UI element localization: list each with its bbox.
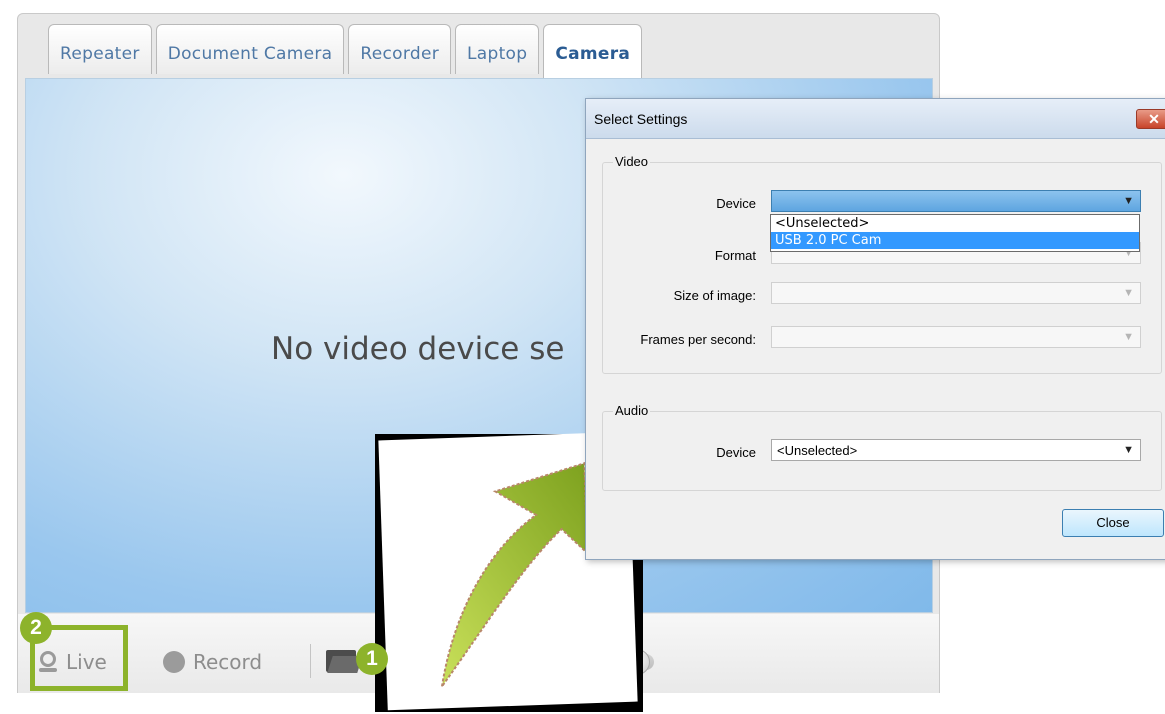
open-folder-button[interactable]: [326, 648, 363, 674]
tab-document-camera[interactable]: Document Camera: [155, 24, 345, 74]
video-device-dropdown[interactable]: ▼: [771, 190, 1141, 212]
tab-camera[interactable]: Camera: [543, 24, 643, 80]
folder-icon: [326, 648, 363, 674]
chevron-down-icon: ▼: [1123, 331, 1134, 343]
size-of-image-label: Size of image:: [673, 288, 756, 303]
toolbar-divider: [310, 644, 311, 678]
tab-bar: Repeater Document Camera Recorder Laptop…: [48, 24, 643, 80]
audio-group-label: Audio: [613, 403, 651, 418]
record-button[interactable]: Record: [163, 650, 262, 674]
audio-device-label: Device: [716, 445, 756, 460]
video-group-label: Video: [613, 154, 651, 169]
record-icon: [163, 651, 185, 673]
device-option-unselected[interactable]: <Unselected>: [771, 215, 1139, 232]
chevron-down-icon: ▼: [1123, 287, 1134, 299]
frames-per-second-label: Frames per second:: [640, 332, 756, 347]
tab-recorder[interactable]: Recorder: [348, 24, 451, 74]
dialog-close-icon[interactable]: ✕: [1136, 109, 1165, 129]
frames-per-second-dropdown[interactable]: ▼: [771, 326, 1141, 348]
close-button[interactable]: Close: [1062, 509, 1164, 537]
chevron-down-icon: ▼: [1123, 444, 1134, 456]
video-device-label: Device: [716, 196, 756, 211]
audio-device-dropdown[interactable]: <Unselected> ▼: [771, 439, 1141, 461]
tab-repeater[interactable]: Repeater: [48, 24, 152, 74]
no-video-message: No video device se: [271, 331, 565, 367]
video-device-options-list: <Unselected> USB 2.0 PC Cam: [770, 214, 1140, 252]
tab-laptop[interactable]: Laptop: [455, 24, 540, 74]
dialog-title-bar: Select Settings ✕: [586, 99, 1165, 139]
chevron-down-icon: ▼: [1123, 195, 1134, 207]
record-label: Record: [193, 650, 263, 674]
dialog-title: Select Settings: [594, 111, 688, 127]
device-option-usb-cam[interactable]: USB 2.0 PC Cam: [771, 232, 1139, 249]
format-label: Format: [714, 248, 756, 263]
audio-device-value: <Unselected>: [777, 443, 858, 458]
select-settings-dialog: Select Settings ✕ Video Device ▼ Format …: [585, 98, 1165, 560]
step-badge-1: 1: [356, 643, 388, 675]
step-badge-2: 2: [20, 612, 52, 644]
size-of-image-dropdown[interactable]: ▼: [771, 282, 1141, 304]
